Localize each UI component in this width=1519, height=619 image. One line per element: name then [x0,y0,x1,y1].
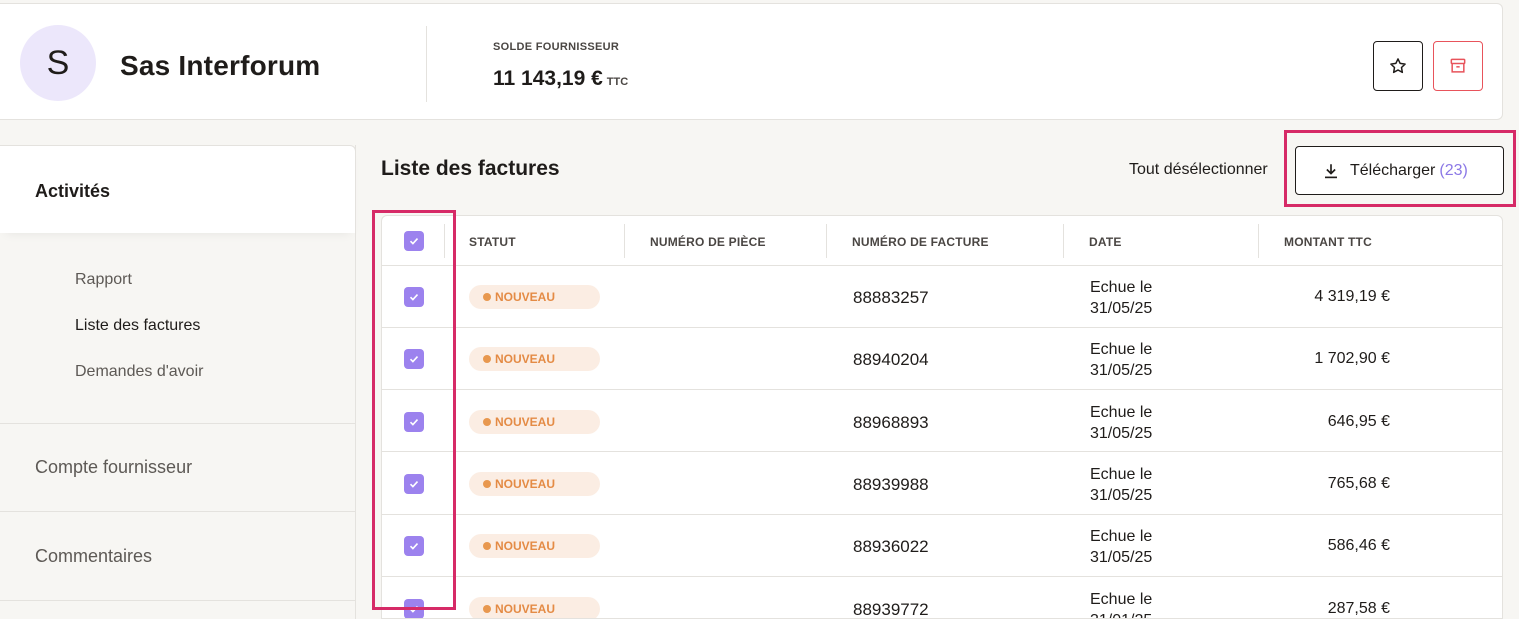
status-badge: NOUVEAU [469,472,600,496]
sidebar-divider [0,423,355,424]
amount: 586,46 € [1327,537,1390,554]
invoice-number: 88939772 [853,600,929,619]
due-date-value: 31/05/25 [1090,487,1153,504]
deselect-all-link[interactable]: Tout désélectionner [1129,161,1268,179]
invoice-number: 88936022 [853,537,929,556]
table-row[interactable]: NOUVEAU 88940204 Echue le 31/05/25 1 702,… [382,328,1502,390]
status-badge: NOUVEAU [469,597,600,618]
star-icon [1390,58,1406,74]
due-date-value: 31/05/25 [1090,362,1153,379]
amount: 4 319,19 € [1314,288,1390,305]
download-button-highlight [1284,130,1516,207]
due-date-label: Echue le [1090,341,1153,358]
due-date-label: Echue le [1090,466,1153,483]
due-date-value: 31/01/25 [1090,610,1152,618]
table-row[interactable]: NOUVEAU 88939988 Echue le 31/05/25 765,68… [382,453,1502,515]
status-badge: NOUVEAU [469,285,600,309]
sidebar-section-compte-fournisseur[interactable]: Compte fournisseur [35,457,192,478]
sidebar-item-demandes-avoir[interactable]: Demandes d'avoir [75,363,203,381]
sidebar-divider [0,600,355,601]
column-separator [1063,224,1064,258]
supplier-header: S Sas Interforum SOLDE FOURNISSEUR 11 14… [0,3,1503,120]
table-row[interactable]: NOUVEAU 88883257 Echue le 31/05/25 4 319,… [382,266,1502,328]
avatar: S [20,25,96,101]
balance-value: 11 143,19 € TTC [493,67,628,91]
sidebar-section-activites[interactable]: Activités [0,145,356,233]
table-row[interactable]: NOUVEAU 88968893 Echue le 31/05/25 646,95… [382,390,1502,452]
status-badge: NOUVEAU [469,347,600,371]
avatar-initial: S [46,43,70,82]
favorite-button[interactable] [1373,41,1423,91]
page-title: Liste des factures [381,157,560,180]
due-date-value: 31/05/25 [1090,300,1153,317]
due-date-label: Echue le [1090,591,1153,608]
table-row[interactable]: NOUVEAU 88939772 Echue le 31/01/25 287,58… [382,577,1502,619]
archive-button[interactable] [1433,41,1483,91]
due-date: Echue le 31/01/25 [1090,589,1153,618]
column-header-statut[interactable]: STATUT [469,235,516,249]
status-badge: NOUVEAU [469,534,600,558]
header-divider [426,26,427,102]
column-separator [826,224,827,258]
balance-amount: 11 143,19 € [493,67,603,90]
due-date-label: Echue le [1090,528,1153,545]
due-date: Echue le 31/05/25 [1090,464,1152,506]
status-badge: NOUVEAU [469,410,600,434]
invoice-number: 88939988 [853,475,929,494]
balance-unit: TTC [606,76,629,88]
balance-label: SOLDE FOURNISSEUR [493,41,620,53]
sidebar: Activités Rapport Liste des factures Dem… [0,145,356,619]
column-header-numero-piece[interactable]: NUMÉRO DE PIÈCE [650,235,766,249]
amount: 646,95 € [1327,413,1390,430]
column-header-montant[interactable]: MONTANT TTC [1284,235,1372,249]
amount: 287,58 € [1327,600,1390,617]
sidebar-item-liste-des-factures[interactable]: Liste des factures [75,317,200,335]
sidebar-item-rapport[interactable]: Rapport [75,271,132,289]
table-row[interactable]: NOUVEAU 88936022 Echue le 31/05/25 586,46… [382,515,1502,577]
due-date-label: Echue le [1090,279,1153,296]
sidebar-divider [0,511,355,512]
invoice-number: 88968893 [853,413,929,432]
invoice-number: 88883257 [853,288,929,307]
column-separator [624,224,625,258]
due-date: Echue le 31/05/25 [1090,277,1152,319]
amount: 1 702,90 € [1314,350,1390,367]
invoice-number: 88940204 [853,350,929,369]
sidebar-section-label: Activités [35,181,111,201]
due-date-value: 31/05/25 [1090,549,1153,566]
due-date: Echue le 31/05/25 [1090,339,1152,381]
due-date: Echue le 31/05/25 [1090,526,1152,568]
supplier-name: Sas Interforum [120,50,321,81]
invoice-table: STATUT NUMÉRO DE PIÈCE NUMÉRO DE FACTURE… [381,215,1503,619]
sidebar-section-commentaires[interactable]: Commentaires [35,546,152,567]
column-header-numero-facture[interactable]: NUMÉRO DE FACTURE [852,235,989,249]
column-header-date[interactable]: DATE [1089,235,1122,249]
column-separator [1258,224,1259,258]
due-date-label: Echue le [1090,404,1153,421]
due-date: Echue le 31/05/25 [1090,402,1152,444]
due-date-value: 31/05/25 [1090,425,1153,442]
amount: 765,68 € [1327,475,1390,492]
table-header: STATUT NUMÉRO DE PIÈCE NUMÉRO DE FACTURE… [382,216,1502,266]
archive-icon [1450,58,1466,73]
checkbox-column-highlight [372,210,456,610]
